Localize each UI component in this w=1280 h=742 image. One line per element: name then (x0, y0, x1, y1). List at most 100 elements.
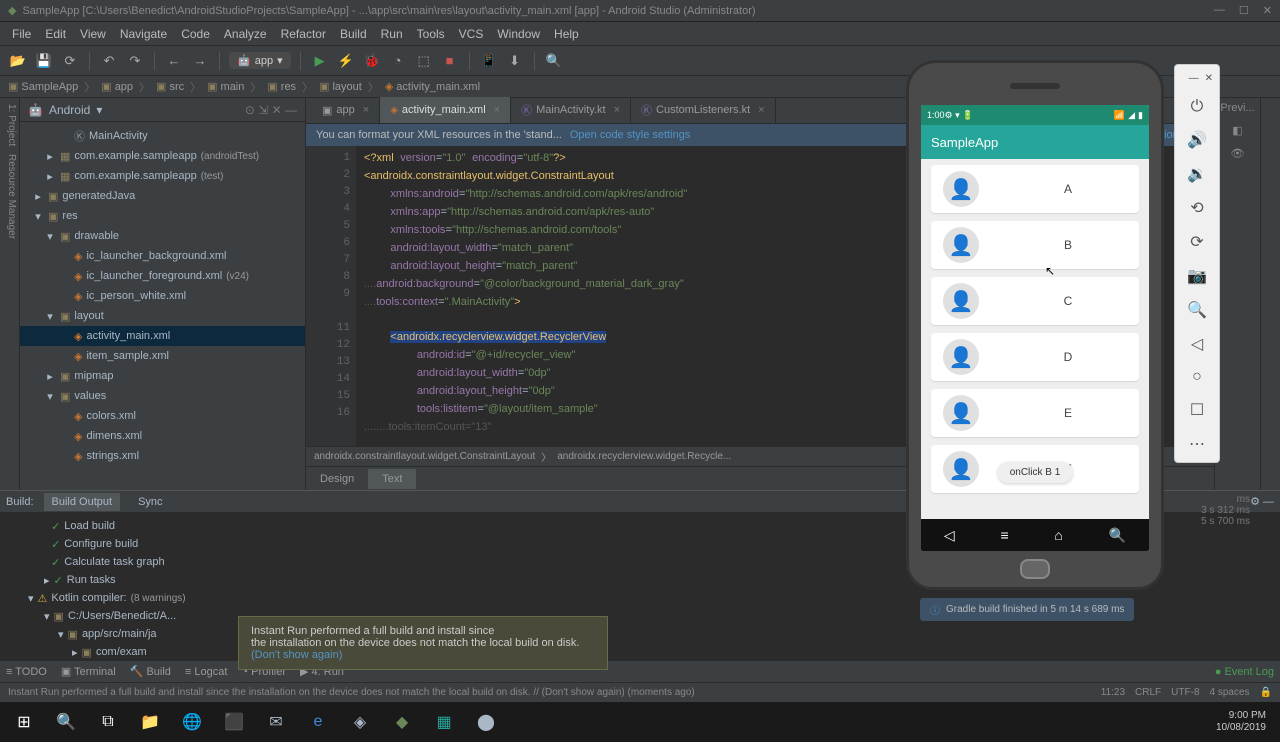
app-icon[interactable]: ⬛ (214, 706, 254, 738)
maximize-icon[interactable]: ☐ (1239, 4, 1249, 17)
palette-icon[interactable]: ◧ (1232, 124, 1242, 137)
list-item[interactable]: 👤A (931, 165, 1139, 213)
menu-file[interactable]: File (12, 27, 31, 41)
editor-tab[interactable]: ◈ activity_main.xml × (380, 97, 511, 123)
screenshot-icon[interactable]: 📷 (1187, 266, 1207, 286)
more-icon[interactable]: ⋯ (1189, 434, 1205, 454)
tree-row[interactable]: ◈ strings.xml (20, 446, 305, 466)
tree-row[interactable]: ◈ dimens.xml (20, 426, 305, 446)
tree-row[interactable]: ◈ ic_person_white.xml (20, 286, 305, 306)
indent[interactable]: 4 spaces (1210, 687, 1250, 698)
menu-edit[interactable]: Edit (45, 27, 66, 41)
rotate-right-icon[interactable]: ⟳ (1190, 232, 1203, 252)
tree-row[interactable]: ◈ item_sample.xml (20, 346, 305, 366)
logcat-tab[interactable]: ≡ Logcat (185, 666, 228, 678)
overview-emulator-icon[interactable]: ☐ (1190, 400, 1204, 420)
build-row[interactable]: ▾⚠ Kotlin compiler: (8 warnings) (4, 589, 316, 607)
tree-row[interactable]: ▸▣ generatedJava (20, 186, 305, 206)
minimize-emulator-icon[interactable]: — (1189, 73, 1199, 84)
save-icon[interactable]: 💾 (34, 51, 54, 71)
build-output-tab[interactable]: Build Output (44, 493, 121, 511)
tree-row[interactable]: ◈ ic_launcher_background.xml (20, 246, 305, 266)
close-icon[interactable]: ✕ (1263, 4, 1272, 17)
text-tab[interactable]: Text (368, 469, 416, 489)
profiler-icon[interactable]: ◔ (388, 51, 408, 71)
edge-icon[interactable]: e (298, 706, 338, 738)
tree-row[interactable]: Ⓚ MainActivity (20, 126, 305, 146)
build-row[interactable]: ✓ Configure build (4, 535, 316, 553)
dont-show-again-link[interactable]: (Don't show again) (251, 649, 342, 660)
recycler-list[interactable]: 👤A👤B👤C👤D👤E👤FonClick B 1 (921, 159, 1149, 519)
editor-tab[interactable]: ▣ app × (312, 97, 380, 123)
tree-row[interactable]: ◈ activity_main.xml (20, 326, 305, 346)
android-studio-icon[interactable]: ◆ (382, 706, 422, 738)
close-emulator-icon[interactable]: ✕ (1205, 73, 1213, 84)
minimize-icon[interactable]: — (1214, 4, 1225, 17)
start-button[interactable]: ⊞ (4, 706, 44, 738)
tree-row[interactable]: ▸▣ mipmap (20, 366, 305, 386)
power-icon[interactable]: ⏻ (1191, 98, 1204, 116)
apply-changes-icon[interactable]: ⚡ (336, 51, 356, 71)
zoom-icon[interactable]: 🔍 (1187, 300, 1207, 320)
dropbox-icon[interactable]: ◈ (340, 706, 380, 738)
terminal-tab[interactable]: ▣ Terminal (61, 665, 116, 678)
tree-row[interactable]: ▾▣ res (20, 206, 305, 226)
search-icon[interactable]: 🔍 (544, 51, 564, 71)
forward-icon[interactable]: → (190, 51, 210, 71)
mail-icon[interactable]: ✉ (256, 706, 296, 738)
redo-icon[interactable]: ↷ (125, 51, 145, 71)
search-taskbar-icon[interactable]: 🔍 (46, 706, 86, 738)
open-icon[interactable]: 📂 (8, 51, 28, 71)
taskview-icon[interactable]: ⧉ (88, 706, 128, 738)
volume-down-icon[interactable]: 🔉 (1187, 164, 1207, 184)
list-item[interactable]: 👤B (931, 221, 1139, 269)
panel-controls[interactable]: ⚙ — (1250, 495, 1274, 508)
collapse-icon[interactable]: ⊙ ⇲ ✕ — (245, 103, 297, 117)
eye-icon[interactable]: 👁 (1231, 147, 1245, 160)
menu-window[interactable]: Window (497, 27, 540, 41)
build-row[interactable]: ✓ Calculate task graph (4, 553, 316, 571)
run-icon[interactable]: ▶ (310, 51, 330, 71)
menu-build[interactable]: Build (340, 27, 367, 41)
volume-up-icon[interactable]: 🔊 (1187, 130, 1207, 150)
tree-row[interactable]: ◈ ic_launcher_foreground.xml (v24) (20, 266, 305, 286)
menu-run[interactable]: Run (381, 27, 403, 41)
back-icon[interactable]: ← (164, 51, 184, 71)
menu-refactor[interactable]: Refactor (281, 27, 326, 41)
chrome-icon[interactable]: 🌐 (172, 706, 212, 738)
avd-icon[interactable]: 📱 (479, 51, 499, 71)
editor-tab[interactable]: Ⓚ CustomListeners.kt × (631, 97, 776, 123)
crumb-file[interactable]: ◈activity_main.xml (385, 80, 480, 93)
tree-row[interactable]: ▾▣ values (20, 386, 305, 406)
tree-row[interactable]: ◈ colors.xml (20, 406, 305, 426)
tree-row[interactable]: ▸▦ com.example.sampleapp (test) (20, 166, 305, 186)
undo-icon[interactable]: ↶ (99, 51, 119, 71)
breadcrumb-item[interactable]: androidx.recyclerview.widget.Recycle... (557, 451, 731, 462)
crumb[interactable]: ▣SampleApp (8, 80, 78, 93)
open-code-style-link[interactable]: Open code style settings (570, 129, 690, 141)
menu-navigate[interactable]: Navigate (120, 27, 167, 41)
back-emulator-icon[interactable]: ◁ (1191, 334, 1203, 354)
breadcrumb-item[interactable]: androidx.constraintlayout.widget.Constra… (314, 451, 535, 462)
encoding[interactable]: UTF-8 (1171, 687, 1199, 698)
hardware-home-button[interactable] (1020, 559, 1050, 579)
list-item[interactable]: 👤D (931, 333, 1139, 381)
crumb[interactable]: ▣app (101, 80, 133, 93)
design-tab[interactable]: Design (306, 469, 368, 489)
emulator-screen[interactable]: 1:00 ⚙ ▾ 🔋 📶◢▮ SampleApp 👤A👤B👤C👤D👤E👤FonC… (921, 105, 1149, 551)
event-log-tab[interactable]: ● Event Log (1215, 666, 1274, 678)
tree-row[interactable]: ▸▦ com.example.sampleapp (androidTest) (20, 146, 305, 166)
menu-help[interactable]: Help (554, 27, 579, 41)
menu-vcs[interactable]: VCS (459, 27, 484, 41)
menu-code[interactable]: Code (181, 27, 210, 41)
crumb[interactable]: ▣res (267, 80, 296, 93)
sdk-icon[interactable]: ⬇ (505, 51, 525, 71)
preview-label[interactable]: Previ... (1220, 102, 1254, 114)
tree-row[interactable]: ▾▣ layout (20, 306, 305, 326)
menu-nav-icon[interactable]: ≡ (1000, 527, 1008, 543)
menu-view[interactable]: View (80, 27, 106, 41)
run-config-selector[interactable]: 🤖app ▾ (229, 52, 291, 69)
todo-tab[interactable]: ≡ TODO (6, 666, 47, 678)
home-nav-icon[interactable]: ⌂ (1054, 527, 1062, 543)
rotate-left-icon[interactable]: ⟲ (1190, 198, 1203, 218)
